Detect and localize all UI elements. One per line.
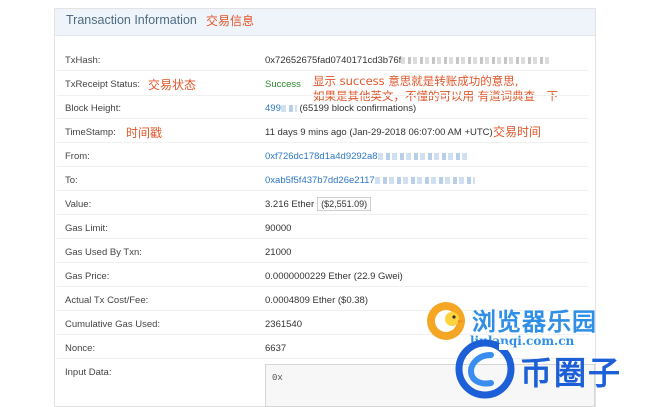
annotation-timestamp-cn: 时间戳 — [126, 126, 163, 140]
row-divider — [57, 238, 589, 239]
redacted-hash — [401, 56, 552, 64]
status-label: TxReceipt Status: — [65, 79, 140, 90]
panel-title: Transaction Information — [66, 13, 197, 27]
annotation-success-note-2: 如果是其他英文，不懂的可以用 有道词典查一下 — [313, 89, 559, 103]
row-divider — [57, 166, 589, 167]
row-divider — [57, 70, 589, 71]
tx-cost-label: Actual Tx Cost/Fee: — [65, 295, 149, 306]
row-divider — [57, 118, 589, 119]
value-label: Value: — [65, 199, 92, 210]
row-divider — [57, 262, 589, 263]
row-divider — [57, 190, 589, 191]
status-value: Success — [265, 79, 301, 90]
value-usd-badge: ($2,551.09) — [317, 197, 372, 211]
redacted-block — [280, 104, 297, 112]
annotation-title-cn: 交易信息 — [206, 14, 255, 28]
from-value[interactable]: 0xf726dc178d1a4d9292a8 — [265, 151, 468, 162]
browser-logo-icon — [427, 302, 465, 340]
txhash-label: TxHash: — [65, 55, 101, 66]
gas-limit-label: Gas Limit: — [65, 223, 108, 234]
row-divider — [57, 286, 589, 287]
gas-used-label: Gas Used By Txn: — [65, 247, 142, 258]
gas-price-value: 0.0000000229 Ether (22.9 Gwei) — [265, 271, 403, 282]
block-height-value: 499 (65199 block confirmations) — [265, 103, 416, 114]
gas-price-label: Gas Price: — [65, 271, 110, 282]
nonce-value: 6637 — [265, 343, 287, 354]
block-height-label: Block Height: — [65, 103, 121, 114]
redacted-to — [374, 176, 475, 184]
annotation-time-cn: 交易时间 — [493, 125, 542, 139]
cumulative-gas-label: Cumulative Gas Used: — [65, 319, 161, 330]
gas-used-value: 21000 — [265, 247, 292, 258]
annotation-success-note-1: 显示 success 意思就是转账成功的意思, — [313, 74, 519, 88]
to-label: To: — [65, 175, 78, 186]
row-divider — [57, 214, 589, 215]
timestamp-label: TimeStamp: — [65, 127, 116, 138]
coin-circle-logo-icon — [455, 339, 515, 399]
to-value[interactable]: 0xab5f5f437b7dd26e2117 — [265, 175, 475, 186]
from-label: From: — [65, 151, 90, 162]
panel-header: Transaction Information — [55, 9, 595, 36]
txhash-text: 0x72652675fad0740171cd3b76f — [265, 55, 402, 66]
nonce-label: Nonce: — [65, 343, 96, 354]
block-confirmations: (65199 block confirmations) — [299, 103, 417, 114]
row-divider — [57, 142, 589, 143]
timestamp-value: 11 days 9 mins ago (Jan-29-2018 06:07:00… — [265, 127, 493, 138]
value-amount: 3.216 Ether ($2,551.09) — [265, 197, 372, 211]
watermark-browser-name: 浏览器乐园 — [472, 308, 597, 336]
row-divider — [57, 95, 589, 96]
input-data-value: 0x — [272, 373, 283, 383]
from-address: 0xf726dc178d1a4d9292a8 — [265, 151, 378, 162]
tx-cost-value: 0.0004809 Ether ($0.38) — [265, 295, 368, 306]
annotation-status-cn: 交易状态 — [148, 78, 197, 92]
gas-limit-value: 90000 — [265, 223, 292, 234]
value-ether: 3.216 Ether — [265, 199, 315, 210]
txhash-value[interactable]: 0x72652675fad0740171cd3b76f — [265, 55, 552, 66]
input-data-label: Input Data: — [65, 367, 112, 378]
redacted-from — [377, 152, 468, 160]
block-link[interactable]: 499 — [265, 103, 281, 114]
watermark-coin-circle: 币圈子 — [520, 354, 623, 392]
to-address: 0xab5f5f437b7dd26e2117 — [265, 175, 375, 186]
cumulative-gas-value: 2361540 — [265, 319, 302, 330]
